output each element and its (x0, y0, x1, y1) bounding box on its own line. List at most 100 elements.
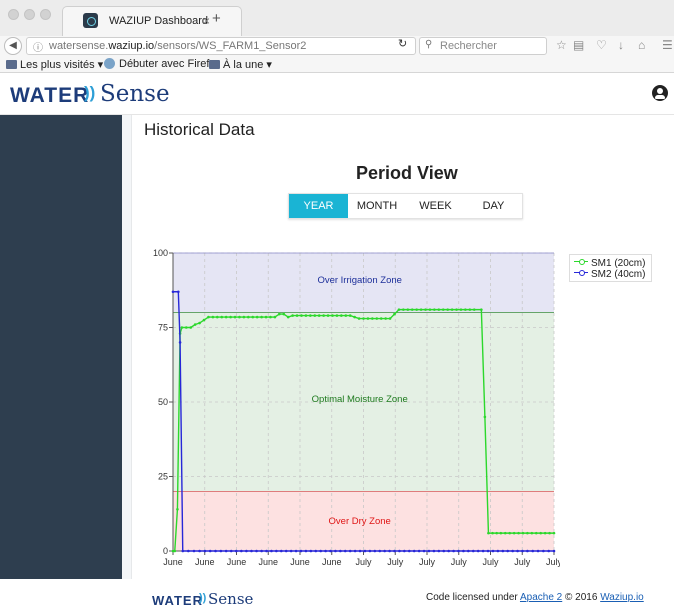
reading-list-icon[interactable]: ▤ (573, 38, 584, 52)
sm2-swatch (574, 269, 588, 277)
x-tick-label: July (419, 557, 436, 567)
footer-logo-water: WATER (152, 593, 203, 608)
series-point-2 (208, 549, 212, 553)
series-point-2 (229, 549, 233, 553)
series-point-2 (393, 549, 396, 553)
x-tick-label: June (195, 557, 215, 567)
series-point-2 (547, 549, 550, 553)
series-point-1 (384, 317, 387, 320)
series-point-1 (286, 315, 290, 319)
series-point-2 (521, 549, 524, 553)
series-point-2 (343, 549, 347, 553)
menu-icon[interactable]: ☰ (662, 38, 673, 52)
series-point-1 (543, 531, 547, 535)
series-point-2 (198, 549, 201, 553)
series-point-1 (291, 314, 294, 317)
back-button[interactable]: ◀ (4, 37, 22, 55)
reload-icon[interactable]: ↻ (398, 37, 407, 50)
series-point-1 (260, 315, 263, 319)
series-point-1 (375, 317, 379, 320)
search-input[interactable]: ⚲ Rechercher (419, 37, 547, 55)
series-point-1 (180, 326, 184, 329)
series-point-2 (462, 549, 465, 553)
series-point-2 (324, 549, 327, 553)
apache-license-link[interactable]: Apache 2 (520, 592, 562, 603)
series-point-1 (207, 315, 210, 319)
series-point-2 (265, 549, 268, 553)
period-week-button[interactable]: WEEK (406, 194, 465, 218)
minimize-window-icon[interactable] (24, 9, 35, 20)
search-placeholder: Rechercher (440, 40, 497, 52)
y-tick-label: 0 (163, 546, 168, 556)
series-point-1 (362, 317, 365, 320)
close-window-icon[interactable] (8, 9, 19, 20)
period-month-button[interactable]: MONTH (348, 194, 406, 218)
maximize-window-icon[interactable] (40, 9, 51, 20)
favicon-icon (83, 13, 98, 28)
bookmark-getting-started[interactable]: Débuter avec Firef… (104, 58, 220, 70)
period-selector: YEAR MONTH WEEK DAY (288, 193, 523, 219)
series-point-1 (202, 318, 206, 322)
y-tick-label: 25 (158, 472, 168, 482)
series-point-1 (371, 317, 374, 320)
logo-sense-text[interactable]: Sense (100, 81, 170, 107)
x-tick-label: July (546, 557, 560, 567)
home-icon[interactable]: ⌂ (638, 38, 645, 52)
series-point-1 (548, 531, 551, 535)
period-view-title: Period View (356, 163, 458, 183)
series-point-1 (242, 315, 246, 319)
info-icon[interactable]: ⓘ (33, 39, 43, 54)
legend-item-sm2[interactable]: SM2 (40cm) (574, 269, 645, 280)
series-point-1 (402, 308, 405, 311)
series-point-1 (552, 531, 556, 535)
new-tab-button[interactable]: + (212, 10, 221, 27)
series-point-2 (501, 549, 505, 553)
download-icon[interactable]: ↓ (618, 38, 624, 52)
series-point-1 (415, 308, 418, 311)
series-point-1 (433, 308, 436, 311)
series-point-2 (383, 549, 386, 553)
series-point-1 (450, 308, 454, 311)
logo-water-text[interactable]: WATER (10, 84, 89, 108)
series-point-2 (417, 549, 421, 553)
period-day-button[interactable]: DAY (465, 194, 522, 218)
close-tab-icon[interactable]: × (203, 14, 210, 28)
series-point-2 (187, 549, 190, 553)
bookmark-star-icon[interactable]: ☆ (556, 38, 567, 52)
series-point-1 (379, 317, 383, 320)
series-point-1 (211, 315, 215, 319)
sm1-swatch (574, 258, 588, 266)
series-point-1 (317, 314, 321, 317)
series-point-2 (358, 549, 362, 553)
series-point-1 (220, 315, 224, 319)
address-bar[interactable]: ⓘ watersense.waziup.io/sensors/WS_FARM1_… (26, 37, 416, 55)
series-point-1 (393, 312, 396, 316)
folder-icon (6, 60, 17, 69)
rss-icon (209, 60, 220, 69)
series-point-2 (219, 549, 223, 553)
series-point-2 (506, 549, 510, 553)
pocket-icon[interactable]: ♡ (596, 38, 607, 52)
legend-item-sm1[interactable]: SM1 (20cm) (574, 258, 645, 269)
bookmark-most-visited[interactable]: Les plus visités ▾ (6, 58, 103, 71)
series-point-2 (363, 549, 367, 553)
waziup-link[interactable]: Waziup.io (600, 592, 644, 603)
bookmark-headlines[interactable]: À la une ▾ (209, 58, 272, 71)
series-point-1 (331, 314, 334, 317)
user-account-icon[interactable] (652, 85, 668, 101)
series-point-1 (366, 317, 370, 320)
series-point-1 (344, 314, 348, 317)
page-title: Historical Data (144, 120, 255, 139)
series-point-2 (294, 549, 298, 553)
series-point-2 (289, 549, 293, 553)
period-year-button[interactable]: YEAR (289, 194, 348, 218)
series-point-1 (353, 315, 356, 319)
series-point-1 (517, 531, 520, 535)
series-point-1 (491, 531, 494, 535)
series-point-2 (314, 549, 318, 553)
series-point-2 (279, 549, 283, 553)
x-tick-label: July (514, 557, 531, 567)
series-point-2 (339, 549, 342, 553)
series-point-2 (319, 549, 322, 553)
series-point-1 (304, 314, 308, 317)
